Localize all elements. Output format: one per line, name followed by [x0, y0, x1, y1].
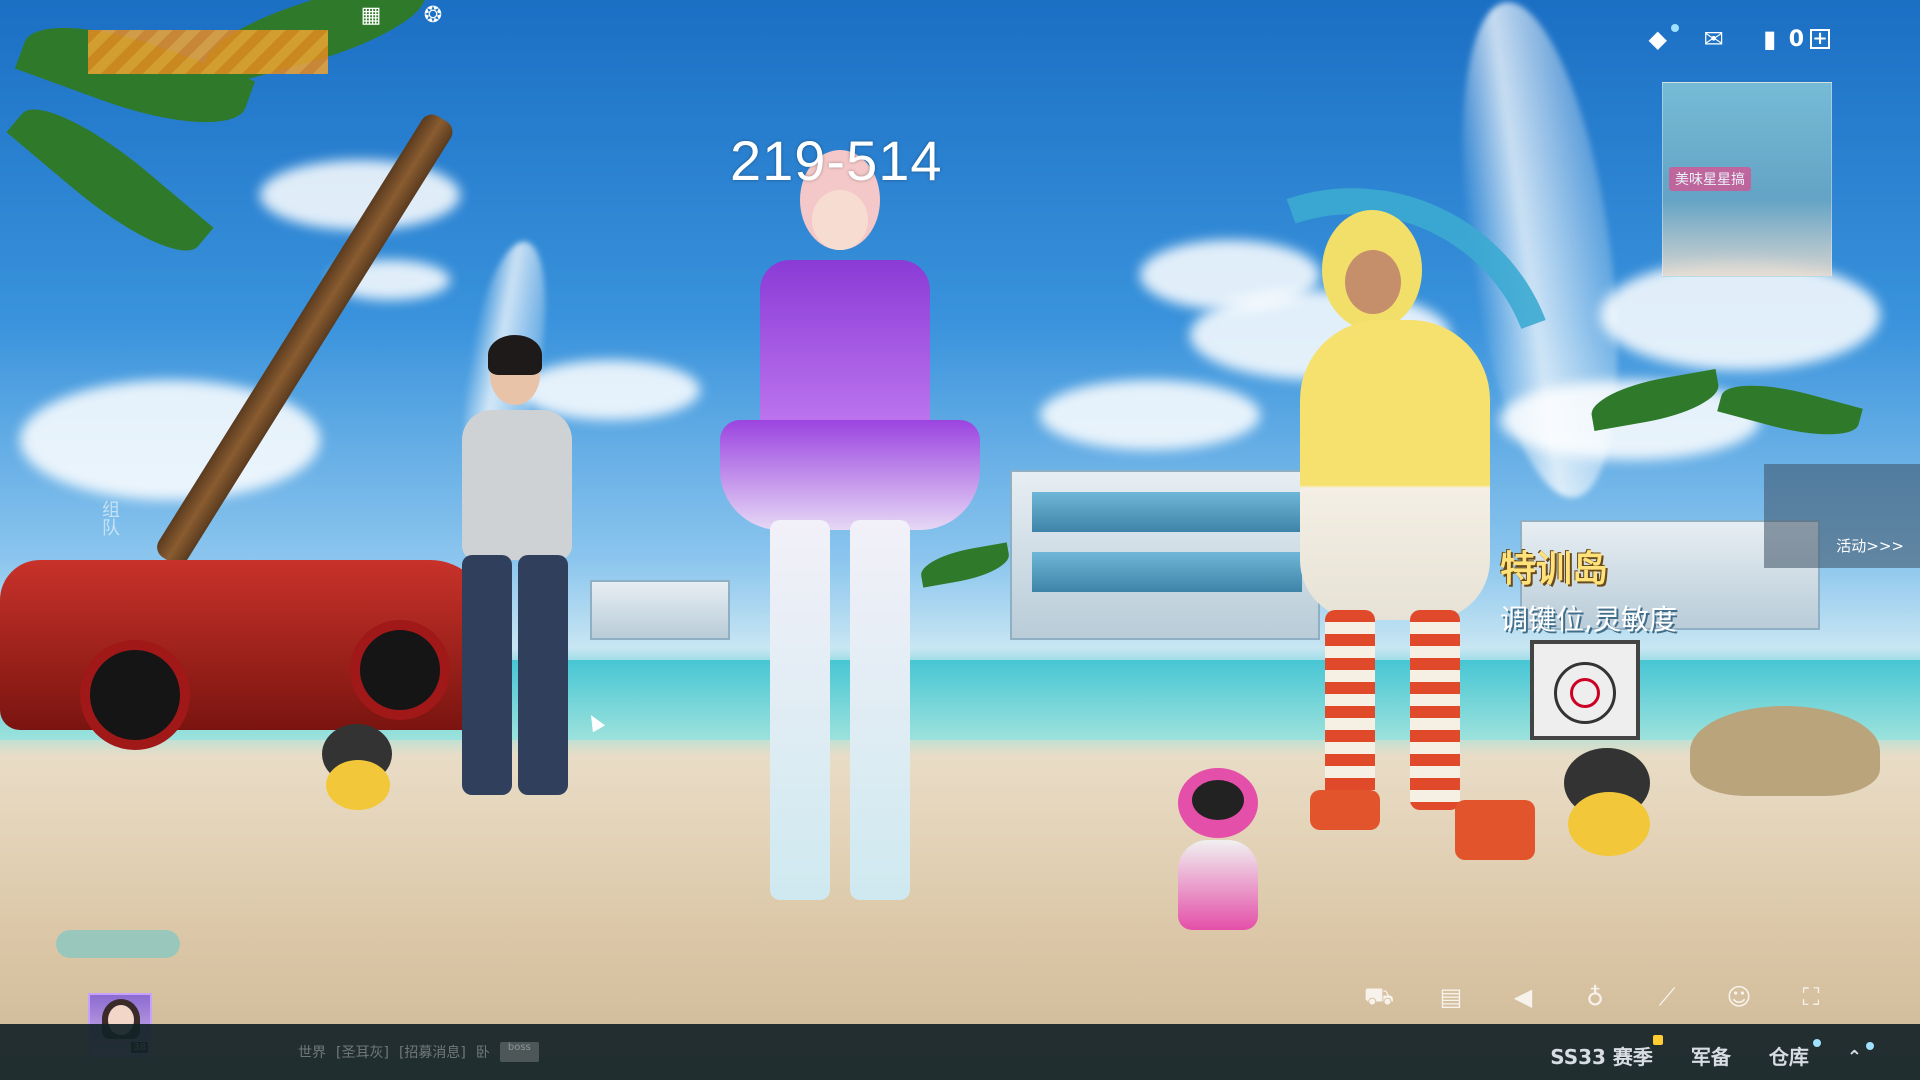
chat-tag: boss: [499, 1042, 539, 1062]
coordinates-overlay: 219-514: [730, 129, 943, 192]
promo-title: 特训岛: [1500, 549, 1609, 590]
distant-building: [590, 580, 730, 640]
add-currency-button[interactable]: +: [1810, 29, 1830, 49]
mic-icon[interactable]: ♁: [1582, 983, 1608, 1011]
bottom-bar: 世界 [圣耳灰] [招募消息] 卧 boss SS33 赛季 军备 仓库 ⌃: [0, 1024, 1920, 1080]
top-left-icon-group: ▦ ❂: [358, 2, 446, 28]
buggy-wheel: [80, 640, 190, 750]
mail-icon[interactable]: ✉: [1701, 25, 1727, 53]
emblem-icon[interactable]: ❂: [420, 2, 446, 28]
chat-message: [招募消息]: [398, 1045, 466, 1061]
chevron-up-icon: ⌃: [1846, 1046, 1862, 1068]
beach-building: [1010, 470, 1320, 640]
diamond-icon[interactable]: ◆: [1645, 24, 1679, 53]
shooting-target: [1530, 640, 1640, 740]
palm-frond: [918, 542, 1012, 588]
warehouse-notify-dot: [1812, 1039, 1821, 1047]
warehouse-button[interactable]: 仓库: [1768, 1039, 1821, 1070]
top-right-toolbar: ◆ ✉ ▮ 0 +: [1645, 24, 1830, 53]
grid-icon[interactable]: ▦: [358, 2, 384, 28]
message-icon[interactable]: ▤: [1438, 983, 1464, 1011]
chat-preview[interactable]: 世界 [圣耳灰] [招募消息] 卧 boss: [298, 1042, 539, 1062]
quick-controls: ⛟ ▤ ◀ ♁ ⟋ ☺ ⛶: [1364, 982, 1824, 1012]
activity-label: 活动>>>: [1836, 537, 1904, 555]
status-banner[interactable]: [88, 30, 328, 74]
bottom-nav: SS33 赛季 军备 仓库 ⌃: [1550, 1035, 1874, 1070]
speaker-icon[interactable]: ◀: [1510, 983, 1536, 1011]
rock: [1690, 706, 1880, 796]
card-icon: ▮: [1763, 25, 1777, 53]
training-island-promo[interactable]: 特训岛 调键位,灵敏度: [1500, 540, 1700, 638]
warehouse-label: 仓库: [1768, 1045, 1809, 1069]
face-icon[interactable]: ☺: [1726, 983, 1752, 1011]
currency-display: ▮ 0 +: [1757, 25, 1830, 53]
chat-sender: [圣耳灰]: [336, 1045, 389, 1061]
event-banner-label: 美味星星搞: [1669, 167, 1751, 191]
season-button[interactable]: SS33 赛季: [1550, 1035, 1663, 1070]
season-badge: [1652, 1035, 1663, 1045]
buggy-wheel: [350, 620, 450, 720]
chat-channel: 世界: [298, 1045, 326, 1061]
event-banner-card[interactable]: 美味星星搞: [1662, 82, 1832, 277]
fullscreen-icon[interactable]: ⛶: [1798, 983, 1824, 1011]
vehicle-icon[interactable]: ⛟: [1364, 982, 1394, 1010]
chat-suffix: 卧: [475, 1045, 490, 1061]
side-status-pill[interactable]: [56, 930, 180, 958]
season-label: SS33 赛季: [1550, 1045, 1653, 1069]
activity-card[interactable]: 活动>>>: [1764, 464, 1920, 568]
expand-menu-button[interactable]: ⌃: [1846, 1041, 1874, 1068]
expand-notify-dot: [1866, 1041, 1874, 1050]
armory-button[interactable]: 军备: [1691, 1041, 1731, 1070]
promo-subtitle: 调键位,灵敏度: [1500, 603, 1677, 636]
currency-value: 0: [1788, 26, 1804, 52]
team-side-label[interactable]: 组队: [96, 500, 122, 536]
wand-icon[interactable]: ⟋: [1654, 983, 1680, 1011]
